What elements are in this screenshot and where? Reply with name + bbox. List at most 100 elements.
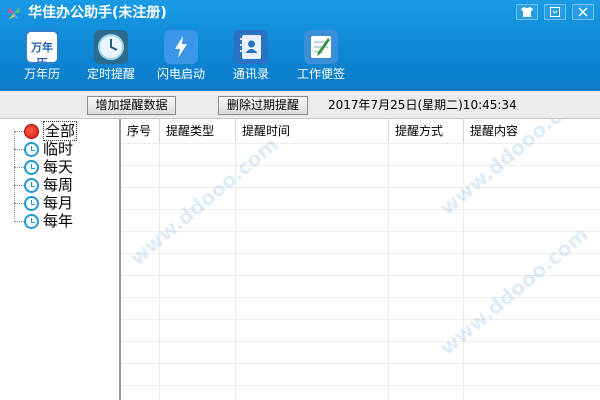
table-cell (389, 210, 464, 232)
table-body (121, 143, 600, 400)
table-cell (236, 364, 389, 386)
alarm-clock-icon (24, 177, 39, 193)
table-cell (389, 166, 464, 188)
table-cell (121, 342, 160, 364)
column-header-time[interactable]: 提醒时间 (236, 119, 389, 143)
table-row (121, 187, 600, 210)
table-cell (160, 144, 236, 166)
table-cell (121, 364, 160, 386)
window-title: 华佳办公助手(未注册) (28, 5, 167, 21)
table-cell (160, 342, 236, 364)
table-cell (236, 276, 389, 298)
title-bar: 华佳办公助手(未注册) 万年历 万年历 定时提醒 闪电启动 通讯录 工作便签 (0, 0, 600, 91)
notepad-icon (304, 30, 338, 64)
toolbar-flash-launch-label: 闪电启动 (156, 67, 205, 81)
restore-icon[interactable] (544, 4, 566, 20)
table-cell (236, 144, 389, 166)
table-row (121, 363, 600, 386)
table-cell (464, 320, 600, 342)
table-row (121, 297, 600, 320)
column-header-method[interactable]: 提醒方式 (389, 119, 464, 143)
toolbar-flash-launch[interactable]: 闪电启动 (146, 30, 216, 82)
reminder-table: 序号 提醒类型 提醒时间 提醒方式 提醒内容 www.ddooo.com www… (121, 119, 600, 400)
table-cell (121, 276, 160, 298)
table-cell (160, 188, 236, 210)
table-cell (389, 386, 464, 400)
skin-icon[interactable] (516, 4, 538, 20)
app-logo-icon (8, 7, 20, 19)
table-cell (236, 298, 389, 320)
table-cell (160, 276, 236, 298)
tree-item-temporary[interactable]: 临时 (14, 140, 73, 158)
tree-item-daily[interactable]: 每天 (14, 158, 73, 176)
alarm-clock-icon (24, 213, 39, 229)
tree-item-yearly[interactable]: 每年 (14, 212, 73, 230)
table-cell (160, 254, 236, 276)
table-cell (121, 386, 160, 400)
table-row (121, 253, 600, 276)
toolbar-contacts[interactable]: 通讯录 (216, 30, 286, 82)
table-cell (389, 254, 464, 276)
table-row (121, 209, 600, 232)
current-datetime: 2017年7月25日(星期二)10:45:34 (328, 98, 517, 112)
table-row (121, 165, 600, 188)
table-cell (464, 298, 600, 320)
table-cell (464, 210, 600, 232)
table-cell (464, 276, 600, 298)
table-row (121, 231, 600, 254)
contact-book-icon (234, 30, 268, 64)
action-bar: 增加提醒数据 删除过期提醒 2017年7月25日(星期二)10:45:34 (0, 91, 600, 119)
reminder-category-tree: 全部 临时 每天 每周 每月 每年 (0, 119, 121, 400)
toolbar-timed-reminder[interactable]: 定时提醒 (76, 30, 146, 82)
table-cell (389, 188, 464, 210)
table-cell (236, 232, 389, 254)
table-cell (121, 188, 160, 210)
table-cell (236, 188, 389, 210)
table-cell (464, 166, 600, 188)
table-cell (160, 232, 236, 254)
table-cell (389, 342, 464, 364)
table-cell (464, 386, 600, 400)
column-header-type[interactable]: 提醒类型 (160, 119, 236, 143)
add-reminder-button[interactable]: 增加提醒数据 (87, 96, 176, 115)
table-cell (389, 364, 464, 386)
table-cell (464, 342, 600, 364)
alarm-clock-icon (24, 159, 39, 175)
table-cell (160, 298, 236, 320)
tree-item-label: 全部 (43, 121, 78, 141)
column-header-content[interactable]: 提醒内容 (464, 119, 600, 143)
table-cell (160, 320, 236, 342)
table-cell (464, 364, 600, 386)
table-row (121, 275, 600, 298)
toolbar-calendar[interactable]: 万年历 万年历 (7, 30, 77, 82)
table-row (121, 319, 600, 342)
table-cell (160, 210, 236, 232)
table-cell (121, 166, 160, 188)
tree-item-all[interactable]: 全部 (14, 121, 78, 141)
table-cell (389, 276, 464, 298)
toolbar-calendar-label: 万年历 (23, 67, 60, 81)
table-cell (121, 144, 160, 166)
toolbar-work-notes[interactable]: 工作便签 (286, 30, 356, 82)
table-cell (160, 364, 236, 386)
table-cell (389, 144, 464, 166)
delete-expired-button[interactable]: 删除过期提醒 (218, 96, 308, 115)
table-cell (236, 210, 389, 232)
table-cell (389, 320, 464, 342)
tree-item-monthly[interactable]: 每月 (14, 194, 73, 212)
tree-item-weekly[interactable]: 每周 (14, 176, 73, 194)
table-cell (464, 254, 600, 276)
table-row (121, 341, 600, 364)
toolbar-timed-reminder-label: 定时提醒 (86, 67, 135, 81)
close-icon[interactable] (572, 4, 594, 20)
column-header-index[interactable]: 序号 (121, 119, 160, 143)
table-row (121, 385, 600, 400)
tree-item-label: 每月 (43, 194, 74, 212)
calendar-icon: 万年历 (25, 30, 59, 64)
table-cell (236, 320, 389, 342)
table-cell (236, 166, 389, 188)
table-cell (464, 188, 600, 210)
table-cell (121, 320, 160, 342)
table-cell (121, 210, 160, 232)
alarm-clock-icon (24, 141, 39, 157)
